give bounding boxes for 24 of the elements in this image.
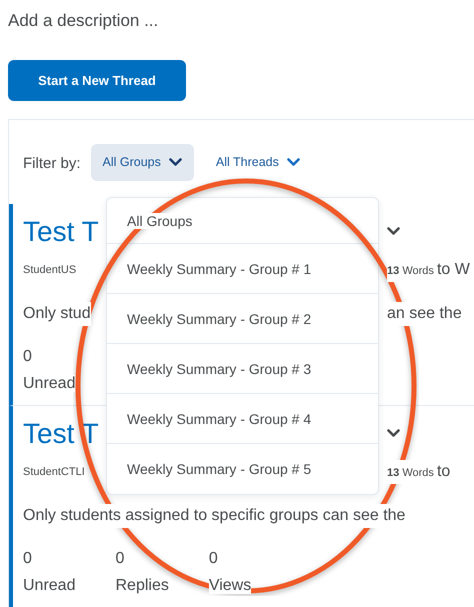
filter-label: Filter by: <box>23 154 81 174</box>
thread-title[interactable]: Test T <box>23 214 99 250</box>
thread-body-text: Only stud <box>23 302 91 326</box>
menu-item[interactable]: Weekly Summary - Group # 2 <box>127 311 312 327</box>
expand-icon[interactable] <box>387 227 400 236</box>
menu-item[interactable]: Weekly Summary - Group # 5 <box>127 461 312 477</box>
expand-icon[interactable] <box>387 429 400 438</box>
menu-item[interactable]: All Groups <box>127 213 192 229</box>
thread-body-text: Only students assigned to specific groups can see the <box>23 504 406 528</box>
stat-label: Replies <box>115 577 169 594</box>
description-text[interactable]: Add a description ... <box>8 8 474 34</box>
stat-label: Views <box>208 577 252 594</box>
menu-item[interactable]: Weekly Summary - Group # 3 <box>127 361 312 377</box>
group-filter-dropdown[interactable]: All Groups <box>90 144 194 181</box>
word-count: 13 Words to <box>387 460 450 484</box>
menu-item[interactable]: Weekly Summary - Group # 1 <box>127 261 312 277</box>
author-name: StudentUS <box>23 262 76 278</box>
thread-body-text: an see the <box>387 302 462 326</box>
new-thread-button[interactable]: Start a New Thread <box>8 60 186 101</box>
menu-item[interactable]: Weekly Summary - Group # 4 <box>127 411 312 427</box>
thread-filter-dropdown[interactable]: All Threads <box>204 144 312 181</box>
author-name: StudentCTLI <box>23 464 85 480</box>
chevron-down-icon <box>168 158 182 167</box>
chevron-down-icon <box>286 158 300 167</box>
